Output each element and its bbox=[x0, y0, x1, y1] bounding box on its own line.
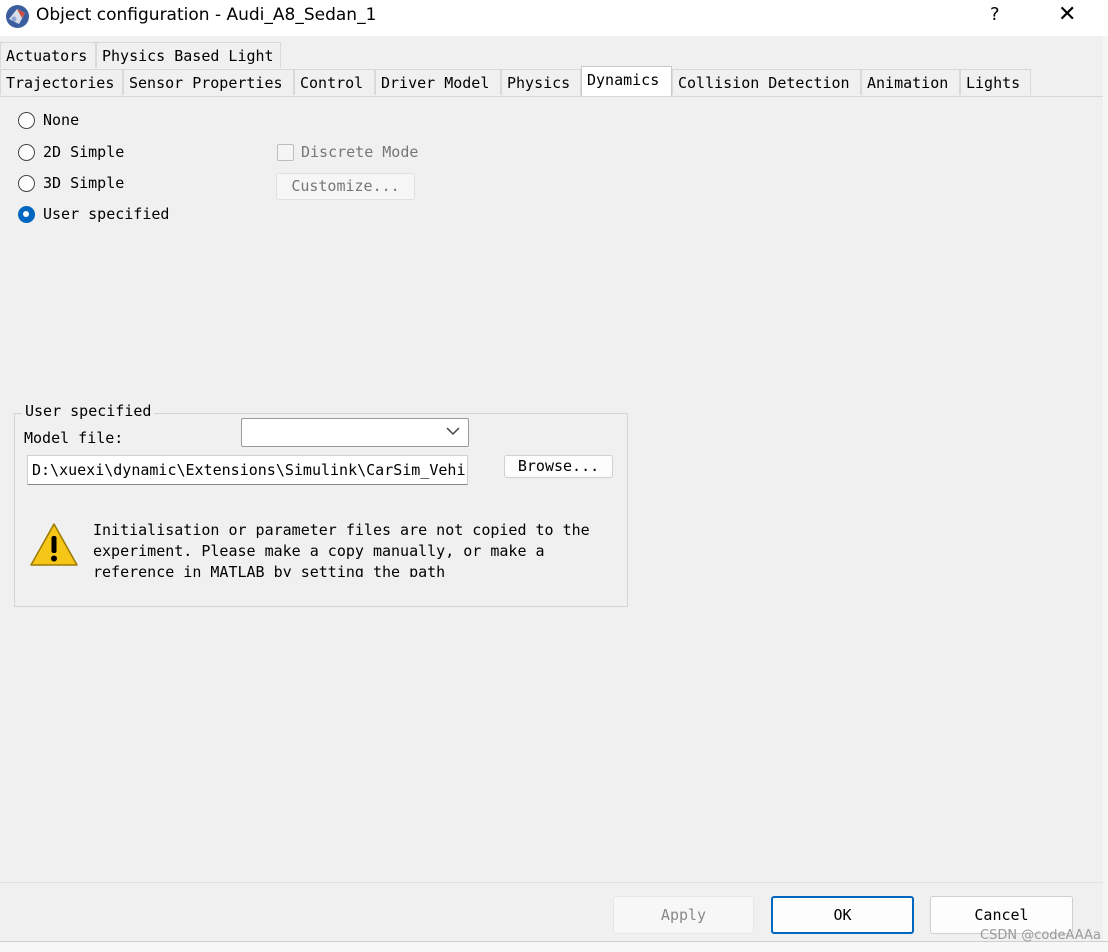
background-window-edge bbox=[1103, 36, 1108, 951]
radio-none[interactable] bbox=[18, 112, 35, 129]
tab-physics[interactable]: Physics bbox=[501, 69, 581, 95]
model-path-input[interactable]: D:\xuexi\dynamic\Extensions\Simulink\Car… bbox=[27, 455, 468, 485]
radio-none-label[interactable]: None bbox=[43, 111, 79, 129]
browse-button[interactable]: Browse... bbox=[504, 455, 613, 478]
tab-collision-detection[interactable]: Collision Detection bbox=[672, 69, 861, 95]
user-specified-group-title: User specified bbox=[22, 402, 155, 420]
discrete-mode-checkbox[interactable] bbox=[277, 144, 294, 161]
radio-2d-simple[interactable] bbox=[18, 144, 35, 161]
tab-driver-model[interactable]: Driver Model bbox=[375, 69, 501, 95]
close-button[interactable]: ✕ bbox=[1058, 2, 1076, 27]
discrete-mode-label: Discrete Mode bbox=[301, 143, 419, 161]
chevron-down-icon bbox=[446, 427, 460, 436]
tab-sensor-properties[interactable]: Sensor Properties bbox=[123, 69, 294, 95]
radio-user-specified-label[interactable]: User specified bbox=[43, 205, 169, 223]
app-logo-icon bbox=[6, 5, 29, 28]
customize-button[interactable]: Customize... bbox=[276, 173, 415, 200]
tab-control[interactable]: Control bbox=[294, 69, 375, 95]
warning-message: Initialisation or parameter files are no… bbox=[93, 521, 590, 577]
model-file-dropdown[interactable] bbox=[241, 418, 469, 447]
model-file-label: Model file: bbox=[24, 429, 124, 447]
radio-3d-simple-label[interactable]: 3D Simple bbox=[43, 174, 124, 192]
taskbar-edge bbox=[0, 941, 1108, 952]
radio-3d-simple[interactable] bbox=[18, 175, 35, 192]
window-title: Object configuration - Audi_A8_Sedan_1 bbox=[36, 5, 377, 25]
tab-dynamics[interactable]: Dynamics bbox=[581, 66, 672, 96]
tab-lights[interactable]: Lights bbox=[960, 69, 1031, 95]
radio-user-specified[interactable] bbox=[18, 206, 35, 223]
apply-button[interactable]: Apply bbox=[613, 896, 754, 934]
tab-trajectories[interactable]: Trajectories bbox=[0, 69, 123, 95]
tab-animation[interactable]: Animation bbox=[861, 69, 960, 95]
tab-panel-border bbox=[0, 96, 1103, 97]
tab-physics-based-light[interactable]: Physics Based Light bbox=[96, 42, 281, 68]
radio-2d-simple-label[interactable]: 2D Simple bbox=[43, 143, 124, 161]
help-button[interactable]: ? bbox=[990, 4, 1000, 25]
tab-actuators[interactable]: Actuators bbox=[0, 42, 96, 68]
title-bar: Object configuration - Audi_A8_Sedan_1 ?… bbox=[0, 0, 1108, 36]
watermark-text: CSDN @codeAAAa bbox=[980, 928, 1101, 943]
ok-button[interactable]: OK bbox=[771, 896, 914, 934]
warning-icon bbox=[30, 523, 78, 566]
